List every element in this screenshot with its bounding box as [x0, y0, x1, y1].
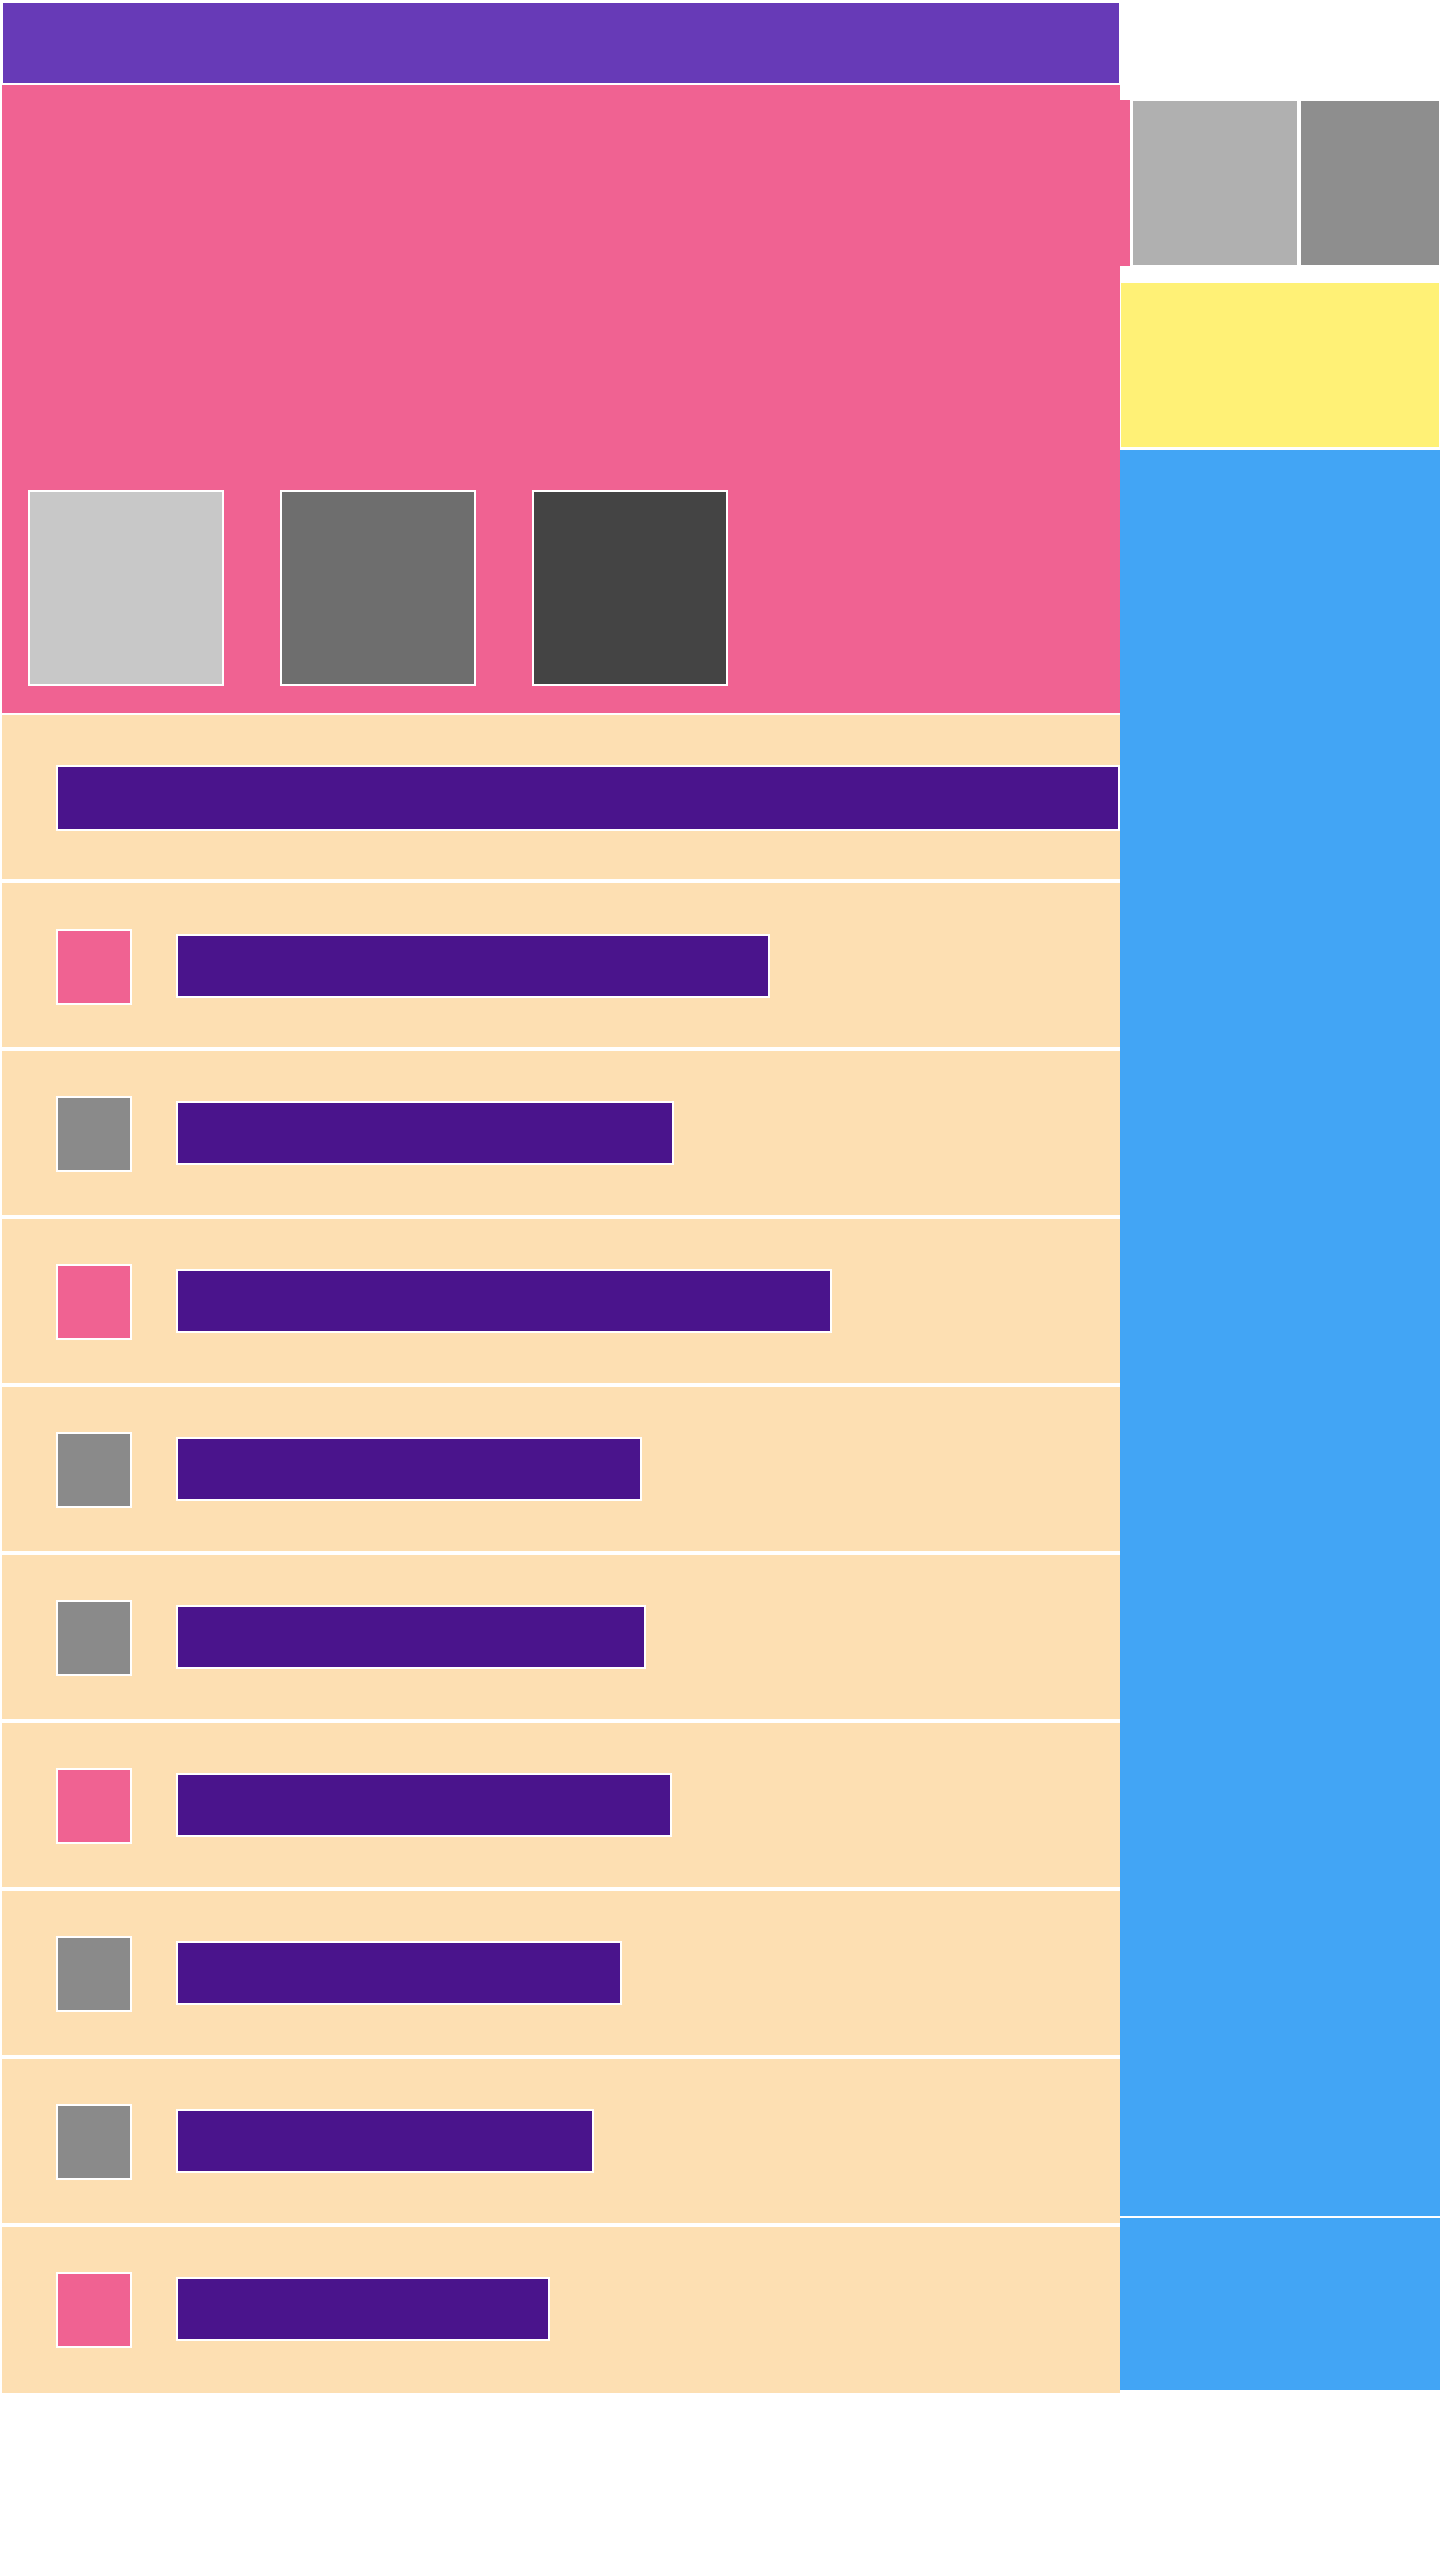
side-highlight-panel: [1120, 282, 1440, 448]
list-item-icon: [56, 1936, 132, 2012]
side-accent-strip: [1120, 100, 1130, 266]
hero-thumbnail-1[interactable]: [28, 490, 224, 686]
list-item-icon: [56, 1600, 132, 1676]
list-item-label: [176, 1941, 622, 2005]
list-item-icon: [56, 1264, 132, 1340]
list-item-label: [176, 1101, 674, 1165]
list-item-icon: [56, 929, 132, 1005]
list-item-label: [176, 1269, 832, 1333]
list-item-label: [176, 2277, 550, 2341]
side-footer-panel: [1120, 2218, 1440, 2390]
list-item-icon: [56, 1432, 132, 1508]
side-thumbnail-1[interactable]: [1132, 100, 1298, 266]
hero-thumbnail-2[interactable]: [280, 490, 476, 686]
list-header-title: [56, 765, 1120, 831]
side-thumbnail-2[interactable]: [1300, 100, 1440, 266]
list-item-label: [176, 934, 770, 998]
list-item-label: [176, 1773, 672, 1837]
list-item-label: [176, 1437, 642, 1501]
list-item-icon: [56, 2104, 132, 2180]
list-item[interactable]: [2, 2227, 1120, 2393]
list-item-icon: [56, 1096, 132, 1172]
top-app-bar: [2, 2, 1120, 84]
list-item-icon: [56, 2272, 132, 2348]
list-item-label: [176, 2109, 594, 2173]
list-item-label: [176, 1605, 646, 1669]
side-content-panel: [1120, 450, 1440, 2216]
hero-thumbnail-3[interactable]: [532, 490, 728, 686]
list-item-icon: [56, 1768, 132, 1844]
